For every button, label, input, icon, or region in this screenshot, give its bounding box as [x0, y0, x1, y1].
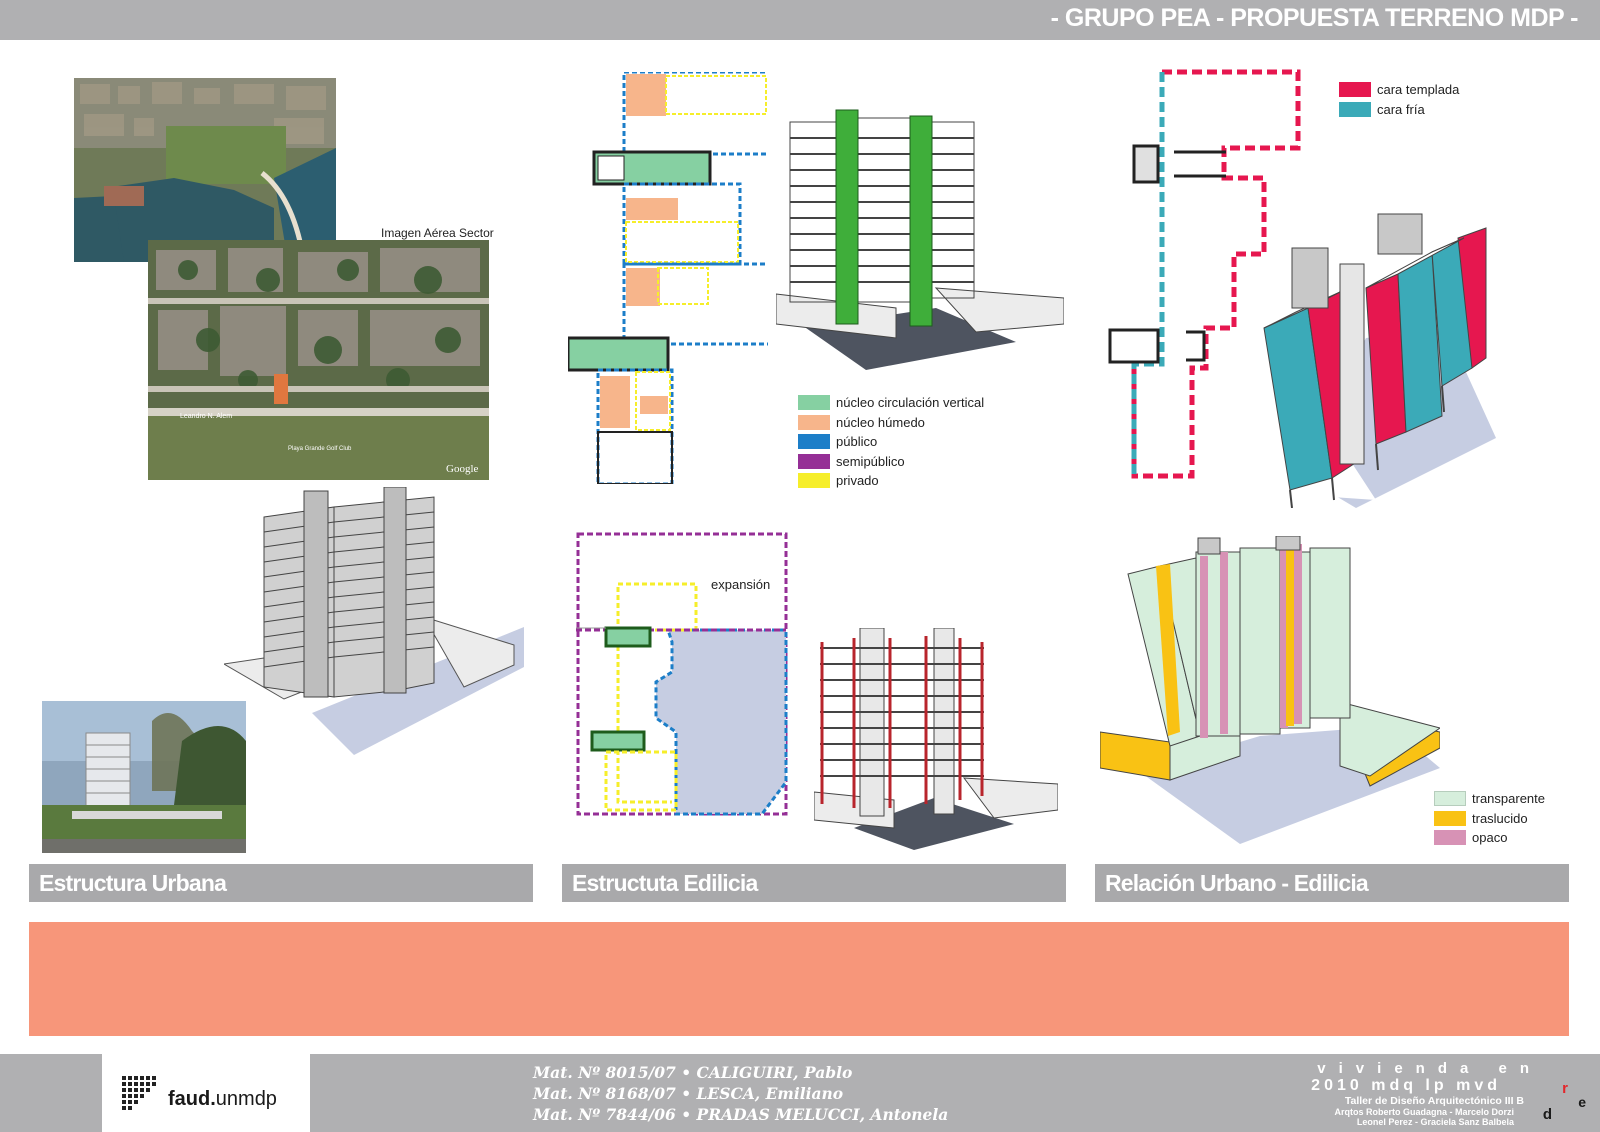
- red-logo-mark: r: [1562, 1080, 1568, 1097]
- legend-label: traslucido: [1472, 810, 1528, 826]
- legend-swatch: [1339, 101, 1371, 117]
- accent-band: [29, 922, 1569, 1036]
- logo-rest: unmdp: [215, 1088, 277, 1110]
- map-golf-label: Playa Grande Golf Club: [288, 446, 352, 452]
- legend-swatch: [798, 395, 830, 411]
- project-title: vivienda en: [1317, 1060, 1542, 1077]
- legend-item: transparente: [1434, 789, 1545, 809]
- footer-bar: faud.unmdp Mat. Nº 8015/07 • CALIGUIRI, …: [0, 1054, 1600, 1132]
- floor-plan-diagram: [568, 72, 768, 484]
- google-watermark: Google: [446, 463, 479, 475]
- map-street-label: Leandro N. Alem: [180, 413, 232, 420]
- e-logo-mark: e: [1578, 1094, 1586, 1110]
- legend-item: opaco: [1434, 828, 1545, 848]
- legend-label: núcleo húmedo: [836, 414, 925, 430]
- legend-label: privado: [836, 473, 879, 489]
- legend-item: público: [798, 432, 984, 452]
- site-expansion-diagram: [576, 532, 788, 816]
- workshop-line: Taller de Diseño Arquitectónico III B: [1344, 1095, 1524, 1107]
- section-label-estructura-edilicia: Estructuta Edilicia: [562, 864, 1066, 902]
- legend-swatch: [1434, 830, 1466, 846]
- building-materials-diagram: [1100, 536, 1440, 844]
- faud-logo-text: faud.unmdp: [168, 1088, 277, 1111]
- building-structure-red-columns: [814, 628, 1058, 850]
- author-line: Mat. Nº 8015/07 • CALIGUIRI, Pablo: [533, 1063, 853, 1082]
- legend-item: privado: [798, 471, 984, 491]
- legend-item: núcleo circulación vertical: [798, 393, 984, 413]
- legend-orientacion: cara templada cara fría: [1339, 80, 1459, 119]
- legend-materiales: transparente traslucido opaco: [1434, 789, 1545, 848]
- legend-label: transparente: [1472, 791, 1545, 807]
- logo-bold: faud.: [168, 1088, 216, 1110]
- aerial-caption: Imagen Aérea Sector: [381, 226, 494, 240]
- header-bar: - GRUPO PEA - PROPUESTA TERRENO MDP -: [0, 0, 1600, 40]
- legend-label: cara fría: [1377, 101, 1425, 117]
- section-label-estructura-urbana: Estructura Urbana: [29, 864, 533, 902]
- author-line: Mat. Nº 8168/07 • LESCA, Emiliano: [533, 1084, 844, 1103]
- authors-block: Mat. Nº 8015/07 • CALIGUIRI, Pablo Mat. …: [533, 1062, 948, 1125]
- aerial-photo-zoomed: Leandro N. Alem Playa Grande Golf Club G…: [148, 240, 489, 480]
- expansion-label: expansión: [711, 577, 771, 592]
- legend-label: cara templada: [1377, 82, 1460, 98]
- legend-swatch: [798, 414, 830, 430]
- aerial-photo-large: [74, 78, 336, 262]
- faud-dots-icon: [122, 1076, 156, 1110]
- faud-logo-box: faud.unmdp: [102, 1054, 310, 1132]
- legend-label: semipúblico: [836, 453, 905, 469]
- page-title: - GRUPO PEA - PROPUESTA TERRENO MDP -: [1050, 4, 1579, 32]
- building-structure-green-cores: [776, 109, 1064, 370]
- teachers-line: Arqtos Roberto Guadagna - Marcelo Dorzi: [1334, 1107, 1514, 1117]
- section-label-relacion-urbano-edilicia: Relación Urbano - Edilicia: [1095, 864, 1569, 902]
- legend-item: cara fría: [1339, 100, 1459, 120]
- legend-label: opaco: [1472, 830, 1508, 846]
- legend-uso: núcleo circulación vertical núcleo húmed…: [798, 393, 984, 491]
- project-subtitle: 2010 mdq lp mvd: [1311, 1077, 1501, 1094]
- legend-item: núcleo húmedo: [798, 413, 984, 433]
- author-line: Mat. Nº 7844/06 • PRADAS MELUCCI, Antone…: [533, 1105, 949, 1124]
- building-facades-red-teal: [1263, 213, 1496, 508]
- teachers-line: Leonel Perez - Graciela Sanz Balbela: [1356, 1117, 1514, 1127]
- d-logo-mark: d: [1542, 1106, 1552, 1123]
- legend-item: semipúblico: [798, 452, 984, 472]
- legend-item: traslucido: [1434, 809, 1545, 829]
- legend-swatch: [1434, 791, 1466, 807]
- legend-label: núcleo circulación vertical: [836, 395, 985, 411]
- legend-swatch: [1434, 810, 1466, 826]
- project-credits: vivienda en 2010 mdq lp mvd Taller de Di…: [1216, 1058, 1586, 1128]
- legend-swatch: [798, 453, 830, 469]
- legend-swatch: [798, 473, 830, 489]
- legend-swatch: [798, 434, 830, 450]
- building-axonometric-gray: [224, 487, 524, 755]
- legend-item: cara templada: [1339, 80, 1459, 100]
- legend-swatch: [1339, 82, 1371, 98]
- site-photo: [42, 701, 246, 853]
- legend-label: público: [836, 434, 878, 450]
